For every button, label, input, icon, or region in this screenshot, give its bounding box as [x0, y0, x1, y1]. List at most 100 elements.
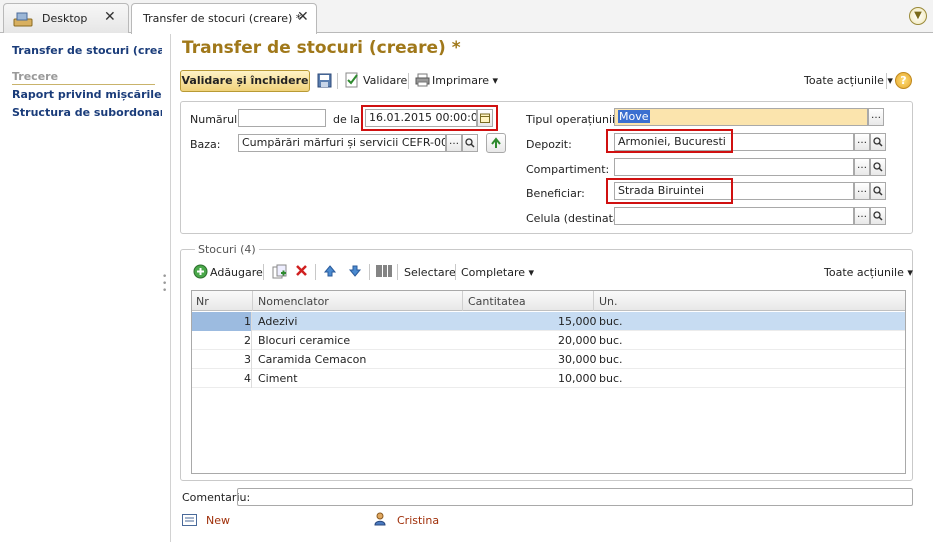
- number-field[interactable]: [238, 109, 326, 127]
- tab-desktop-label: Desktop: [42, 12, 88, 25]
- highlight-box-date: [361, 105, 498, 131]
- search-icon[interactable]: [870, 133, 886, 151]
- column-header-unit[interactable]: Un.: [599, 295, 618, 308]
- tab-transfer[interactable]: Transfer de stocuri (creare) * ✕: [131, 3, 317, 34]
- toolbar-separator: [886, 73, 887, 89]
- fill-menu-button[interactable]: Completare ▾: [461, 266, 534, 279]
- operation-type-field[interactable]: Move: [614, 108, 868, 126]
- row-nr: 3: [244, 353, 251, 366]
- row-unit: buc.: [599, 353, 623, 366]
- toolbar-separator: [397, 264, 398, 280]
- toolbar-separator: [455, 264, 456, 280]
- operation-type-select-button[interactable]: …: [868, 108, 884, 126]
- cell-field[interactable]: [614, 207, 854, 225]
- tab-desktop[interactable]: Desktop ✕: [3, 3, 129, 33]
- compartment-field[interactable]: [614, 158, 854, 176]
- sidebar-item-transfer[interactable]: Transfer de stocuri (creare): [12, 44, 162, 57]
- row-unit: buc.: [599, 372, 623, 385]
- add-icon: [193, 264, 208, 282]
- search-icon[interactable]: [870, 207, 886, 225]
- all-actions-label: Toate acțiunile: [804, 74, 884, 87]
- search-icon[interactable]: [870, 182, 886, 200]
- print-label: Imprimare: [432, 74, 490, 87]
- document-status-icon: [182, 514, 197, 529]
- help-icon[interactable]: ?: [895, 72, 912, 89]
- depot-label: Depozit:: [526, 138, 572, 151]
- search-icon[interactable]: [870, 158, 886, 176]
- sidebar-item-movements-report[interactable]: Raport privind mișcările: [12, 88, 162, 101]
- print-menu-button[interactable]: Imprimare ▾: [432, 74, 498, 87]
- row-nr: 4: [244, 372, 251, 385]
- status-text: New: [206, 514, 230, 527]
- row-qty: 30,000: [558, 353, 597, 366]
- stocks-all-actions-menu[interactable]: Toate acțiunile ▾: [824, 266, 913, 279]
- toolbar: Validare și închidere Validare Imprimare…: [180, 69, 916, 93]
- copy-icon[interactable]: [272, 264, 287, 282]
- add-button[interactable]: Adăugare: [210, 266, 263, 279]
- table-row[interactable]: 2 Blocuri ceramice 20,000 buc.: [192, 331, 905, 350]
- comment-field[interactable]: [237, 488, 913, 506]
- user-icon: [374, 512, 386, 529]
- chevron-down-icon[interactable]: ▼: [909, 7, 927, 25]
- move-up-icon[interactable]: [323, 264, 337, 281]
- row-unit: buc.: [599, 315, 623, 328]
- column-divider: [252, 291, 253, 311]
- base-select-button[interactable]: …: [446, 134, 462, 152]
- close-icon[interactable]: ✕: [104, 10, 116, 24]
- stocks-table[interactable]: Nr Nomenclator Cantitatea Un. 1 Adezivi …: [191, 290, 906, 474]
- row-qty: 10,000: [558, 372, 597, 385]
- all-actions-menu[interactable]: Toate acțiunile ▾: [804, 74, 893, 87]
- operation-type-label: Tipul operațiunii:: [526, 113, 619, 126]
- open-base-icon[interactable]: [486, 133, 506, 153]
- highlight-box-beneficiary: [606, 178, 733, 204]
- column-divider: [593, 291, 594, 311]
- save-icon[interactable]: [317, 73, 332, 91]
- tab-transfer-label: Transfer de stocuri (creare) *: [143, 12, 302, 25]
- row-name: Adezivi: [258, 315, 298, 328]
- depot-select-button[interactable]: …: [854, 133, 870, 151]
- column-header-nomenclator[interactable]: Nomenclator: [258, 295, 329, 308]
- row-name: Blocuri ceramice: [258, 334, 351, 347]
- stocks-legend: Stocuri (4): [195, 243, 259, 256]
- column-header-nr[interactable]: Nr: [196, 295, 209, 308]
- table-row[interactable]: 3 Caramida Cemacon 30,000 buc.: [192, 350, 905, 369]
- column-divider: [462, 291, 463, 311]
- search-icon[interactable]: [462, 134, 478, 152]
- toolbar-separator: [408, 73, 409, 89]
- compartment-select-button[interactable]: …: [854, 158, 870, 176]
- validate-button[interactable]: Validare: [363, 74, 407, 87]
- delete-icon[interactable]: [295, 264, 308, 280]
- highlight-box-depot: [606, 129, 733, 153]
- table-row[interactable]: 1 Adezivi 15,000 buc.: [192, 312, 905, 331]
- close-icon[interactable]: ✕: [297, 10, 309, 24]
- author-text: Cristina: [397, 514, 440, 527]
- validate-icon: [344, 72, 360, 91]
- row-qty: 15,000: [558, 315, 597, 328]
- cell-select-button[interactable]: …: [854, 207, 870, 225]
- desktop-icon: [13, 10, 33, 31]
- table-row[interactable]: 4 Ciment 10,000 buc.: [192, 369, 905, 388]
- row-qty: 20,000: [558, 334, 597, 347]
- toolbar-separator: [369, 264, 370, 280]
- toolbar-separator: [337, 73, 338, 89]
- row-name: Caramida Cemacon: [258, 353, 367, 366]
- barcode-icon[interactable]: [376, 264, 392, 281]
- tab-bar: Desktop ✕ Transfer de stocuri (creare) *…: [0, 0, 933, 34]
- sidebar-group-label: Trecere: [12, 70, 155, 85]
- row-number-cell: [192, 350, 252, 369]
- splitter-handle[interactable]: • • •: [162, 273, 167, 296]
- validate-and-close-button[interactable]: Validare și închidere: [180, 70, 310, 92]
- row-number-cell: [192, 331, 252, 350]
- compartment-label: Compartiment:: [526, 163, 610, 176]
- sidebar: Transfer de stocuri (creare) Trecere Rap…: [0, 34, 171, 542]
- row-nr: 1: [244, 315, 251, 328]
- move-down-icon[interactable]: [348, 264, 362, 281]
- base-field[interactable]: Cumpărări mărfuri și servicii CEFR-00001…: [238, 134, 446, 152]
- column-header-quantity[interactable]: Cantitatea: [468, 295, 526, 308]
- select-button[interactable]: Selectare: [404, 266, 456, 279]
- fill-label: Completare: [461, 266, 526, 279]
- beneficiary-label: Beneficiar:: [526, 187, 585, 200]
- sidebar-item-subordination[interactable]: Structura de subordonare: [12, 106, 162, 119]
- operation-type-value: Move: [618, 110, 650, 123]
- beneficiary-select-button[interactable]: …: [854, 182, 870, 200]
